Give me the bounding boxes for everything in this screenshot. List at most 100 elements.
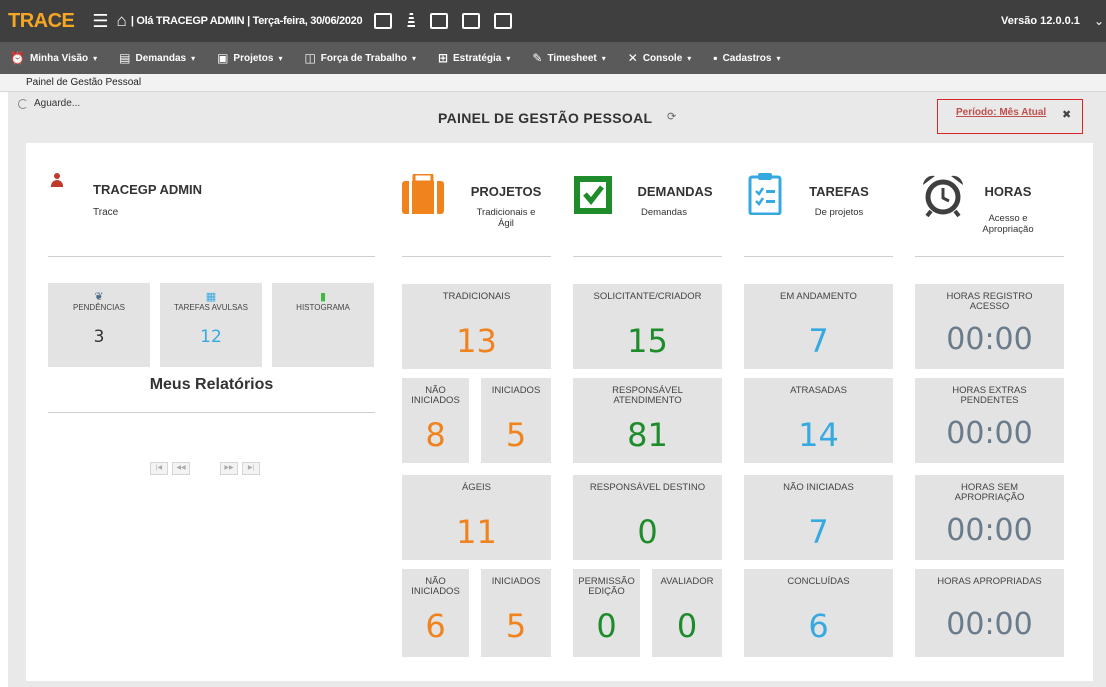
nav-forca-trabalho[interactable]: ◫ Força de Trabalho ▾ bbox=[304, 51, 416, 65]
horas-registro-tile[interactable]: HORAS REGISTRO ACESSO 00:00 bbox=[915, 284, 1064, 369]
page-title: PAINEL DE GESTÃO PESSOAL bbox=[438, 110, 653, 126]
user-name: TRACEGP ADMIN bbox=[93, 182, 203, 197]
tarefas-title[interactable]: TAREFAS bbox=[807, 184, 871, 199]
horas-extras-tile[interactable]: HORAS EXTRAS PENDENTES 00:00 bbox=[915, 378, 1064, 463]
chevron-down-icon: ▾ bbox=[93, 53, 98, 63]
demandas-sub: Demandas bbox=[641, 207, 687, 218]
header-shortcuts bbox=[374, 13, 513, 29]
permissao-edicao-tile[interactable]: PERMISSÃO EDIÇÃO 0 bbox=[573, 569, 640, 657]
atrasadas-tile[interactable]: ATRASADAS 14 bbox=[744, 378, 893, 463]
avaliador-tile[interactable]: AVALIADOR 0 bbox=[652, 569, 722, 657]
projetos-sub1: Tradicionais e bbox=[476, 207, 536, 218]
chevron-down-icon: ▾ bbox=[687, 53, 692, 63]
projetos-sub2: Ágil bbox=[498, 218, 514, 229]
chevron-down-icon: ▾ bbox=[601, 53, 606, 63]
user-org: Trace bbox=[93, 207, 119, 218]
histograma-tile[interactable]: ▮ HISTOGRAMA bbox=[272, 283, 374, 367]
last-page-button[interactable]: ▶| bbox=[242, 462, 260, 475]
report-icon[interactable] bbox=[494, 13, 513, 29]
divider bbox=[48, 256, 375, 257]
ageis-iniciados-tile[interactable]: INICIADOS 5 bbox=[481, 569, 551, 657]
em-andamento-tile[interactable]: EM ANDAMENTO 7 bbox=[744, 284, 893, 369]
book-icon: ▪ bbox=[713, 51, 718, 65]
briefcase-icon[interactable] bbox=[402, 174, 444, 214]
divider bbox=[744, 256, 893, 257]
nav-estrategia[interactable]: ⊞ Estratégia ▾ bbox=[438, 51, 510, 65]
clock-icon: ⏰ bbox=[10, 51, 25, 65]
nav-timesheet[interactable]: ✎ Timesheet ▾ bbox=[532, 51, 605, 65]
tie-icon[interactable] bbox=[406, 13, 416, 29]
trace-logo[interactable]: TRACE bbox=[8, 10, 75, 33]
nav-minha-visao[interactable]: ⏰ Minha Visão ▾ bbox=[10, 51, 97, 65]
ageis-tile[interactable]: ÁGEIS 11 bbox=[402, 475, 551, 560]
tradicionais-nao-iniciados-tile[interactable]: NÃO INICIADOS 8 bbox=[402, 378, 469, 463]
close-icon[interactable]: ✖ bbox=[1062, 108, 1071, 121]
alarm-clock-icon[interactable] bbox=[921, 173, 965, 217]
main-nav: ⏰ Minha Visão ▾ ▤ Demandas ▾ ▣ Projetos ▾ ◫ For… bbox=[0, 42, 1106, 74]
pendencias-tile[interactable]: ❦ PENDÊNCIAS 3 bbox=[48, 283, 150, 367]
tarefas-avulsas-tile[interactable]: ▦ TAREFAS AVULSAS 12 bbox=[160, 283, 262, 367]
chevron-down-icon: ▾ bbox=[278, 53, 283, 63]
ageis-nao-iniciados-tile[interactable]: NÃO INICIADOS 6 bbox=[402, 569, 469, 657]
divider bbox=[915, 256, 1064, 257]
loading-indicator: Aguarde... bbox=[18, 98, 80, 109]
dashboard-card: TRACEGP ADMIN Trace PROJETOS Tradicionai… bbox=[26, 143, 1093, 681]
menu-icon[interactable]: ☰ bbox=[92, 11, 108, 32]
chevron-down-icon: ▾ bbox=[191, 53, 196, 63]
horas-title[interactable]: HORAS bbox=[978, 184, 1038, 199]
clipboard-icon[interactable] bbox=[748, 173, 782, 215]
breadcrumb[interactable]: Painel de Gestão Pessoal bbox=[0, 74, 1106, 92]
main-area: Aguarde... PAINEL DE GESTÃO PESSOAL ⟳ Pe… bbox=[8, 92, 1106, 687]
chevron-down-icon: ▾ bbox=[506, 53, 511, 63]
divider bbox=[573, 256, 722, 257]
horas-sub1: Acesso e bbox=[988, 213, 1028, 224]
projetos-title[interactable]: PROJETOS bbox=[466, 184, 546, 199]
period-filter: Período: Mês Atual ✖ bbox=[937, 99, 1083, 134]
hierarchy-icon: ⊞ bbox=[437, 51, 449, 65]
tradicionais-iniciados-tile[interactable]: INICIADOS 5 bbox=[481, 378, 551, 463]
chevron-down-icon: ▾ bbox=[776, 53, 781, 63]
tarefas-sub: De projetos bbox=[814, 207, 864, 218]
nav-console[interactable]: ✕ Console ▾ bbox=[628, 51, 692, 65]
solicitante-tile[interactable]: SOLICITANTE/CRIADOR 15 bbox=[573, 284, 722, 369]
meus-relatorios-title: Meus Relatórios bbox=[149, 376, 274, 393]
handshake-icon: ❦ bbox=[94, 291, 104, 303]
top-header: TRACE ☰ ⌂ | Olá TRACEGP ADMIN | Terça-fe… bbox=[0, 0, 1106, 42]
document-icon: ▤ bbox=[119, 51, 131, 65]
nav-cadastros[interactable]: ▪ Cadastros ▾ bbox=[713, 51, 780, 65]
greeting-text: | Olá TRACEGP ADMIN | Terça-feira, 30/06… bbox=[130, 15, 363, 27]
nao-iniciadas-tile[interactable]: NÃO INICIADAS 7 bbox=[744, 475, 893, 560]
pencil-icon: ✎ bbox=[532, 51, 543, 65]
first-page-button[interactable]: |◀ bbox=[150, 462, 168, 475]
responsavel-atendimento-tile[interactable]: RESPONSÁVEL ATENDIMENTO 81 bbox=[573, 378, 722, 463]
responsavel-destino-tile[interactable]: RESPONSÁVEL DESTINO 0 bbox=[573, 475, 722, 560]
concluidas-tile[interactable]: CONCLUÍDAS 6 bbox=[744, 569, 893, 657]
refresh-icon[interactable]: ⟳ bbox=[667, 110, 676, 123]
horas-sem-apropriacao-tile[interactable]: HORAS SEM APROPRIAÇÃO 00:00 bbox=[915, 475, 1064, 560]
monitor-chart-icon[interactable] bbox=[430, 13, 449, 29]
horas-sub2: Apropriação bbox=[982, 224, 1034, 235]
divider bbox=[48, 412, 375, 413]
clipboard-icon: ▦ bbox=[205, 291, 217, 303]
home-icon[interactable]: ⌂ bbox=[117, 11, 127, 31]
pager-last-group: ▶▶ ▶| bbox=[220, 462, 260, 475]
horas-apropriadas-tile[interactable]: HORAS APROPRIADAS 00:00 bbox=[915, 569, 1064, 657]
tradicionais-tile[interactable]: TRADICIONAIS 13 bbox=[402, 284, 551, 369]
chart-icon: ◫ bbox=[304, 51, 316, 65]
prev-page-button[interactable]: ◀◀ bbox=[172, 462, 190, 475]
tools-icon: ✕ bbox=[627, 51, 638, 65]
nav-demandas[interactable]: ▤ Demandas ▾ bbox=[119, 51, 195, 65]
spinner-icon bbox=[18, 98, 28, 109]
pager-first-group: |◀ ◀◀ bbox=[150, 462, 190, 475]
presentation-icon[interactable] bbox=[374, 13, 393, 29]
chevron-down-icon[interactable]: ⌄ bbox=[1094, 14, 1104, 28]
bar-chart-icon: ▮ bbox=[319, 291, 327, 303]
calculator-icon[interactable] bbox=[462, 13, 481, 29]
user-icon bbox=[51, 173, 63, 187]
demandas-title[interactable]: DEMANDAS bbox=[634, 184, 716, 199]
briefcase-icon: ▣ bbox=[217, 51, 229, 65]
checkbox-icon[interactable] bbox=[574, 176, 612, 214]
period-link[interactable]: Período: Mês Atual bbox=[956, 107, 1046, 118]
nav-projetos[interactable]: ▣ Projetos ▾ bbox=[217, 51, 282, 65]
next-page-button[interactable]: ▶▶ bbox=[220, 462, 238, 475]
